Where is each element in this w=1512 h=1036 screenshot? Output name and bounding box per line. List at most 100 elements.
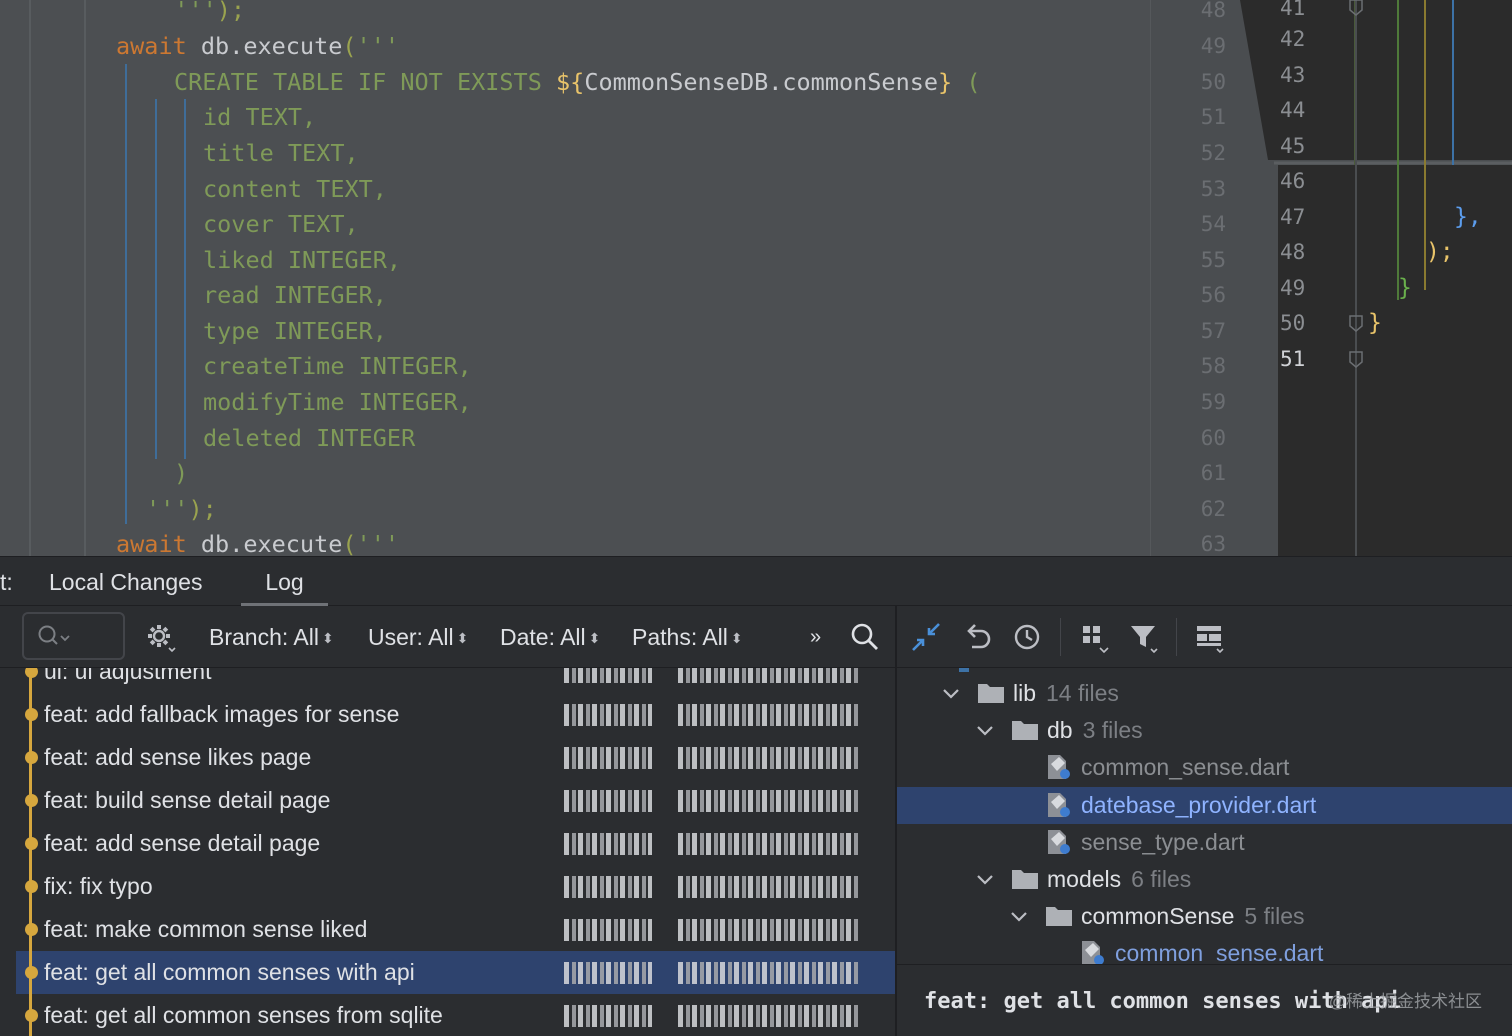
indent-guide <box>155 99 157 459</box>
user-filter-dropdown[interactable]: User: All ⬍ <box>368 606 468 668</box>
commit-row[interactable]: feat: add sense detail page <box>16 822 895 865</box>
revert-icon[interactable] <box>961 620 995 654</box>
compare-line-number: 43 <box>1280 63 1306 87</box>
collapse-arrows-icon[interactable] <box>909 620 943 654</box>
chevron-down-icon[interactable] <box>939 681 963 705</box>
scroll-indicator <box>959 668 969 672</box>
tree-folder[interactable]: db 3 files <box>897 712 1512 749</box>
file-count: 14 files <box>1046 680 1119 706</box>
redacted-date <box>678 704 860 726</box>
filter-funnel-icon[interactable] <box>1127 620 1161 654</box>
commit-log-list[interactable]: ui: ui adjustment feat: add fallback imag… <box>16 668 895 1036</box>
sort-arrows-icon: ⬍ <box>456 630 469 646</box>
redacted-date <box>678 790 860 812</box>
diff-compare-pane[interactable]: 41 42 43 44 45 46 47 48 49 50 51},);}} <box>1240 0 1512 556</box>
commit-message: feat: build sense detail page <box>44 787 331 813</box>
tree-folder[interactable]: lib 14 files <box>897 675 1512 712</box>
code-line[interactable]: modifyTime INTEGER, <box>203 384 472 420</box>
branch-graph-line <box>29 668 32 1036</box>
commit-row[interactable]: feat: get all common senses from sqlite <box>16 994 895 1036</box>
tree-file[interactable]: common_sense.dart <box>897 749 1512 786</box>
tree-file-label: datebase_provider.dart <box>1081 791 1317 818</box>
code-token: db.execute <box>186 530 343 556</box>
chevron-down-icon[interactable] <box>973 718 997 742</box>
code-token: liked INTEGER, <box>203 246 402 274</box>
code-line[interactable]: type INTEGER, <box>203 313 387 349</box>
commit-search-input[interactable] <box>22 612 125 660</box>
code-token: db.execute <box>186 32 343 60</box>
tree-folder-label: commonSense 5 files <box>1081 898 1305 935</box>
chevron-down-icon[interactable] <box>1007 904 1031 928</box>
code-line[interactable]: ) <box>174 455 188 491</box>
tree-file[interactable]: sense_type.dart <box>897 824 1512 861</box>
folder-icon <box>1012 870 1038 889</box>
commit-row[interactable]: feat: build sense detail page <box>16 779 895 822</box>
line-number: 55 <box>1200 248 1226 272</box>
code-line[interactable]: '''); <box>146 0 245 28</box>
tree-file[interactable]: datebase_provider.dart <box>897 786 1512 824</box>
commit-row[interactable]: fix: fix typo <box>16 865 895 908</box>
code-token: ''' <box>146 495 189 523</box>
commit-message: feat: add fallback images for sense <box>44 701 400 727</box>
code-line[interactable]: '''); <box>146 491 217 527</box>
commit-message: feat: get all common senses with api <box>44 959 415 985</box>
compare-code-fragment: ); <box>1426 239 1454 265</box>
commit-row[interactable]: feat: get all common senses with api <box>16 951 895 994</box>
tree-file[interactable]: common_sense.dart <box>897 935 1512 964</box>
search-icon[interactable] <box>848 620 882 654</box>
tree-folder[interactable]: commonSense 5 files <box>897 898 1512 935</box>
user-filter-label: User: All <box>368 624 454 650</box>
code-token: ''' <box>356 530 399 556</box>
code-line[interactable]: liked INTEGER, <box>203 242 401 278</box>
date-filter-dropdown[interactable]: Date: All ⬍ <box>500 606 600 668</box>
code-line[interactable]: createTime INTEGER, <box>203 348 472 384</box>
commit-row[interactable]: ui: ui adjustment <box>16 668 895 693</box>
tab-local-changes[interactable]: Local Changes <box>41 557 210 607</box>
branch-filter-dropdown[interactable]: Branch: All ⬍ <box>209 606 334 668</box>
tree-file-label: common_sense.dart <box>1081 754 1290 781</box>
code-editor[interactable]: '''); await db.execute(''' CREATE TABLE IF… <box>0 0 1240 556</box>
layout-options-icon[interactable] <box>1193 620 1227 654</box>
commit-message: ui: ui adjustment <box>44 668 212 684</box>
code-line[interactable]: CREATE TABLE IF NOT EXISTS ${CommonSense… <box>174 64 980 100</box>
redacted-date <box>678 1005 860 1027</box>
history-clock-icon[interactable] <box>1010 620 1044 654</box>
folder-icon <box>1046 907 1072 927</box>
commit-row[interactable]: feat: make common sense liked <box>16 908 895 951</box>
settings-gear-icon[interactable] <box>143 620 177 654</box>
compare-code-fragment: }, <box>1454 204 1482 230</box>
code-line[interactable]: content TEXT, <box>203 171 387 207</box>
code-token: id TEXT, <box>203 103 317 131</box>
compare-code-fragment: } <box>1398 275 1412 301</box>
tab-log[interactable]: Log <box>241 557 328 607</box>
commit-row[interactable]: feat: add sense likes page <box>16 736 895 779</box>
group-by-icon[interactable] <box>1078 620 1112 654</box>
code-line[interactable]: id TEXT, <box>203 99 316 135</box>
code-line[interactable]: deleted INTEGER <box>203 420 415 456</box>
code-line[interactable]: await db.execute(''' <box>116 28 399 64</box>
redacted-author <box>564 1005 652 1027</box>
compare-line-number: 42 <box>1280 27 1306 51</box>
code-line[interactable]: title TEXT, <box>203 135 359 171</box>
code-area[interactable]: '''); await db.execute(''' CREATE TABLE IF… <box>0 0 1150 556</box>
tree-file-label: common_sense.dart <box>1115 940 1324 964</box>
toolbar-separator <box>1060 618 1061 656</box>
code-line[interactable]: cover TEXT, <box>203 206 359 242</box>
folder-name: lib <box>1013 680 1037 706</box>
changed-files-tree[interactable]: lib 14 files db 3 files common_sense.dart dat… <box>897 668 1512 964</box>
code-token: ); <box>188 495 217 523</box>
tree-folder[interactable]: models 6 files <box>897 861 1512 898</box>
paths-filter-dropdown[interactable]: Paths: All ⬍ <box>632 606 743 668</box>
sort-arrows-icon: ⬍ <box>321 630 334 646</box>
commit-row[interactable]: feat: add fallback images for sense <box>16 693 895 736</box>
more-filters-button[interactable]: » <box>810 606 821 668</box>
chevron-down-icon[interactable] <box>973 867 997 891</box>
line-number: 59 <box>1200 390 1226 414</box>
line-number: 61 <box>1200 461 1226 485</box>
compare-line-number: 51 <box>1280 347 1306 371</box>
code-token: ( <box>952 68 981 96</box>
code-line[interactable]: await db.execute(''' <box>116 526 399 556</box>
redacted-author <box>564 833 652 855</box>
line-number: 63 <box>1200 532 1226 556</box>
code-line[interactable]: read INTEGER, <box>203 277 387 313</box>
